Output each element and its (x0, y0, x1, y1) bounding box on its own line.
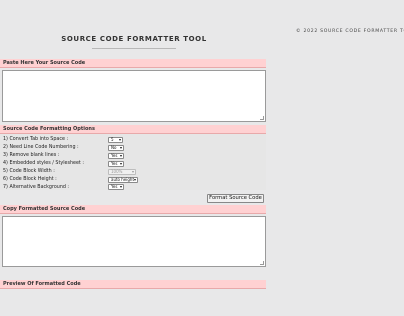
embedded-styles-select[interactable]: Yes ▾ (108, 161, 124, 167)
option-label-embedded-styles: 4) Embedded styles / Stylesheet : (3, 161, 84, 166)
option-label-alt-background: 7) Alternative Background : (3, 185, 70, 190)
title-divider (92, 48, 176, 49)
preview-section-header: Preview Of Formatted Code (0, 280, 266, 289)
options-section-header: Source Code Formatting Options (0, 125, 266, 134)
tab-space-select[interactable]: 5 ▾ (108, 137, 123, 143)
chevron-down-icon: ▾ (119, 184, 122, 189)
copy-section-header: Copy Formatted Source Code (0, 205, 266, 214)
chevron-down-icon: ▾ (131, 169, 134, 174)
option-label-line-numbering: 2) Need Line Code Numbering : (3, 145, 79, 150)
chevron-down-icon: ▾ (119, 161, 122, 166)
line-numbering-select[interactable]: No ▾ (108, 145, 124, 151)
chevron-down-icon: ▾ (133, 177, 136, 182)
block-width-select[interactable]: 100% ▾ (108, 169, 136, 175)
resize-grip-icon[interactable] (260, 116, 264, 120)
paste-section-header: Paste Here Your Source Code (0, 59, 266, 68)
chevron-down-icon: ▾ (118, 137, 121, 142)
source-code-input[interactable] (2, 70, 266, 122)
options-panel: 1) Convert Tab into Space : 5 ▾ 2) Need L… (0, 134, 266, 190)
chevron-down-icon: ▾ (119, 153, 122, 158)
format-source-code-button[interactable]: Format Source Code (207, 194, 264, 203)
copyright-text: © 2022 SOURCE CODE FORMATTER TOOL (296, 29, 404, 34)
block-height-select[interactable]: auto height ▾ (108, 177, 138, 183)
option-label-block-height: 6) Code Block Height : (3, 177, 57, 182)
chevron-down-icon: ▾ (119, 145, 122, 150)
option-label-remove-blank: 3) Remove blank lines : (3, 153, 60, 158)
resize-grip-icon[interactable] (260, 261, 264, 265)
page-title: SOURCE CODE FORMATTER TOOL (61, 35, 207, 43)
option-label-tab-space: 1) Convert Tab into Space : (3, 137, 69, 142)
alt-background-select[interactable]: Yes ▾ (108, 184, 124, 190)
formatted-code-output[interactable] (2, 216, 266, 267)
remove-blank-select[interactable]: Yes ▾ (108, 153, 124, 159)
option-label-block-width: 5) Code Block Width : (3, 169, 55, 174)
